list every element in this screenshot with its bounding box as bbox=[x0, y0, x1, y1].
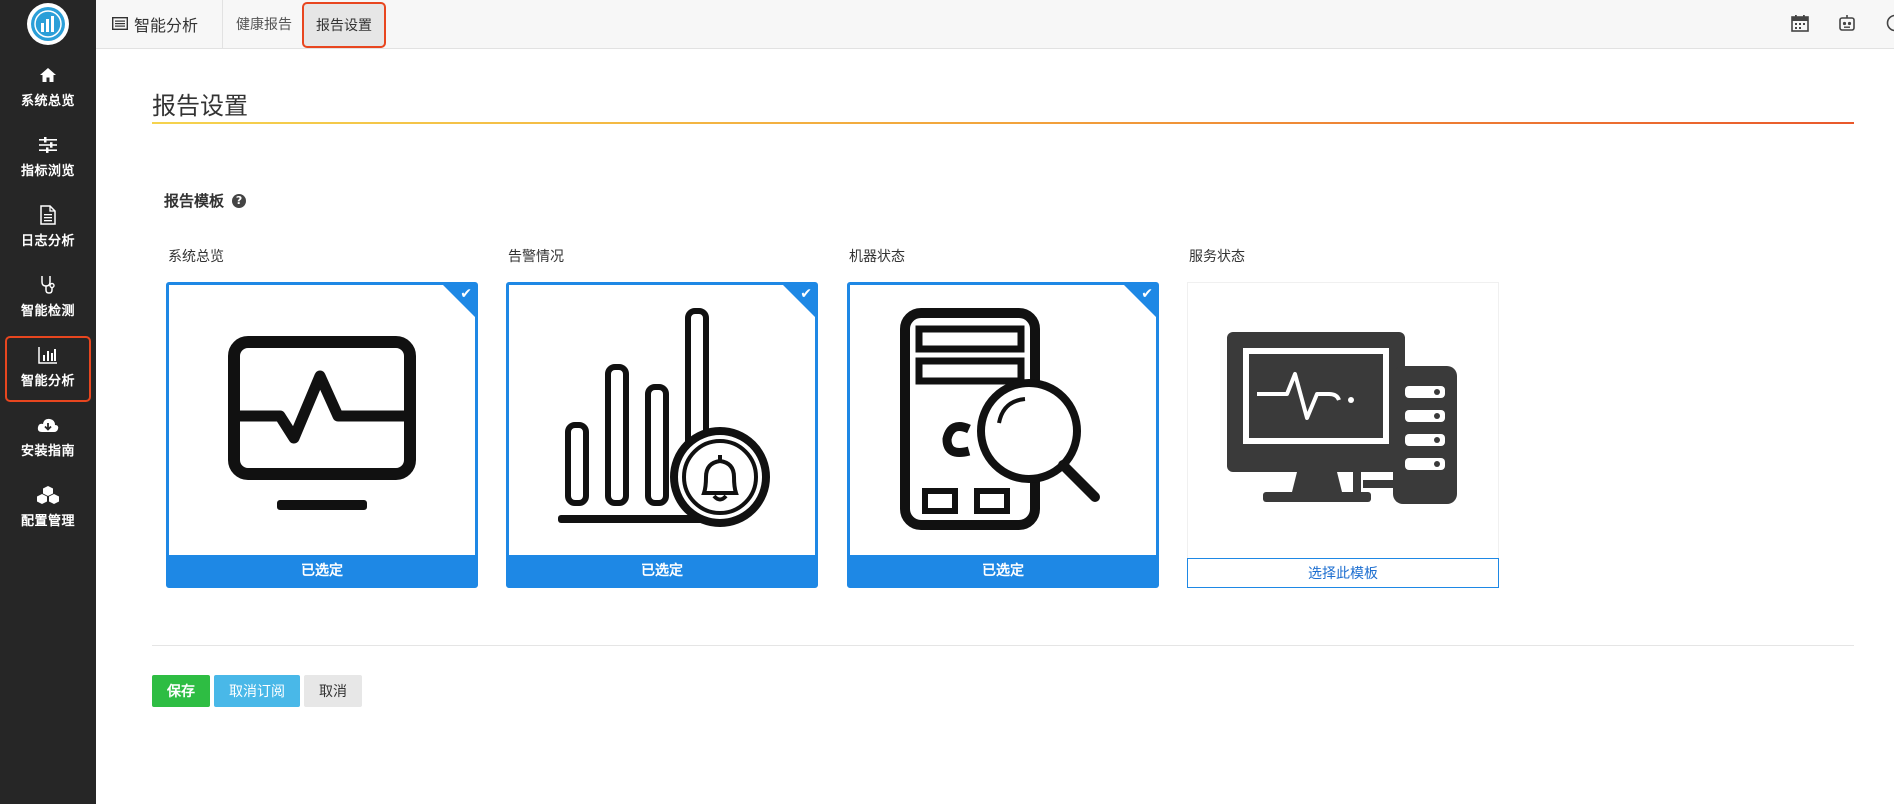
sidebar-item-label: 日志分析 bbox=[20, 234, 75, 249]
machine-search-icon bbox=[850, 285, 1156, 555]
template-alerts: 告警情况 ✔ 已选定 bbox=[506, 246, 818, 588]
sidebar-item-label: 智能检测 bbox=[20, 304, 75, 319]
app-title-text: 智能分析 bbox=[134, 16, 199, 35]
tab-health-report[interactable]: 健康报告 bbox=[236, 0, 292, 48]
sidebar-item-overview[interactable]: 系统总览 bbox=[0, 58, 96, 122]
analytics-logo-icon[interactable] bbox=[27, 3, 69, 45]
form-divider bbox=[152, 645, 1854, 646]
sidebar-item-install[interactable]: 安装指南 bbox=[0, 408, 96, 472]
sidebar-item-label: 安装指南 bbox=[20, 444, 75, 459]
cloud-download-icon bbox=[37, 412, 59, 438]
stethoscope-icon bbox=[39, 272, 57, 298]
robot-icon[interactable] bbox=[1838, 14, 1858, 34]
title-divider bbox=[152, 122, 1854, 124]
template-name: 系统总览 bbox=[168, 249, 224, 265]
bar-chart-icon bbox=[38, 342, 58, 368]
sidebar-item-analysis[interactable]: 智能分析 bbox=[0, 336, 96, 402]
sidebar-item-label: 配置管理 bbox=[20, 514, 75, 529]
monitor-pulse-icon bbox=[169, 285, 475, 555]
list-window-icon bbox=[111, 15, 129, 34]
template-system-overview: 系统总览 ✔ 已选定 bbox=[166, 246, 478, 588]
template-card[interactable]: ✔ 已选定 bbox=[506, 282, 818, 588]
template-selected-button[interactable]: 已选定 bbox=[169, 555, 475, 585]
top-bar: 智能分析 健康报告 报告设置 bbox=[96, 0, 1894, 49]
template-selected-button[interactable]: 已选定 bbox=[509, 555, 815, 585]
choose-template-button[interactable]: 选择此模板 bbox=[1187, 558, 1499, 588]
checkmark-icon: ✔ bbox=[800, 286, 812, 302]
unsubscribe-button[interactable]: 取消订阅 bbox=[214, 675, 300, 707]
document-icon bbox=[40, 202, 56, 228]
template-service-status: 服务状态 选择此模板 bbox=[1187, 246, 1499, 588]
checkmark-icon: ✔ bbox=[460, 286, 472, 302]
clock-icon[interactable] bbox=[1886, 14, 1894, 34]
app-title: 智能分析 bbox=[96, 0, 223, 48]
template-card[interactable]: 选择此模板 bbox=[1187, 282, 1499, 588]
page-title: 报告设置 bbox=[152, 92, 248, 120]
sidebar-item-config[interactable]: 配置管理 bbox=[0, 478, 96, 542]
sidebar-item-label: 系统总览 bbox=[20, 94, 75, 109]
section-label: 报告模板 ? bbox=[164, 190, 247, 211]
sidebar-item-detection[interactable]: 智能检测 bbox=[0, 268, 96, 332]
tab-report-settings[interactable]: 报告设置 bbox=[302, 2, 386, 48]
template-card[interactable]: ✔ 已选定 bbox=[166, 282, 478, 588]
template-name: 告警情况 bbox=[508, 249, 564, 265]
sidebar-item-logs[interactable]: 日志分析 bbox=[0, 198, 96, 262]
template-name: 服务状态 bbox=[1189, 249, 1245, 265]
template-selected-button[interactable]: 已选定 bbox=[850, 555, 1156, 585]
sliders-icon bbox=[39, 132, 57, 158]
computer-server-icon bbox=[1188, 283, 1498, 553]
cubes-icon bbox=[36, 482, 60, 508]
save-button[interactable]: 保存 bbox=[152, 675, 210, 707]
sidebar: 系统总览 指标浏览 日志分析 智能检测 智能分析 安装指南 配置管理 bbox=[0, 0, 96, 804]
template-machine-status: 机器状态 ✔ 已选定 bbox=[847, 246, 1159, 588]
section-label-text: 报告模板 bbox=[164, 192, 225, 210]
sidebar-item-metrics[interactable]: 指标浏览 bbox=[0, 128, 96, 192]
template-name: 机器状态 bbox=[849, 249, 905, 265]
calendar-icon[interactable] bbox=[1791, 14, 1811, 34]
cancel-button[interactable]: 取消 bbox=[304, 675, 362, 707]
question-circle-icon[interactable]: ? bbox=[232, 193, 247, 208]
checkmark-icon: ✔ bbox=[1141, 286, 1153, 302]
bar-chart-bell-icon bbox=[509, 285, 815, 555]
template-card[interactable]: ✔ 已选定 bbox=[847, 282, 1159, 588]
home-icon bbox=[39, 62, 57, 88]
sidebar-item-label: 指标浏览 bbox=[20, 164, 75, 179]
sidebar-item-label: 智能分析 bbox=[20, 374, 75, 389]
